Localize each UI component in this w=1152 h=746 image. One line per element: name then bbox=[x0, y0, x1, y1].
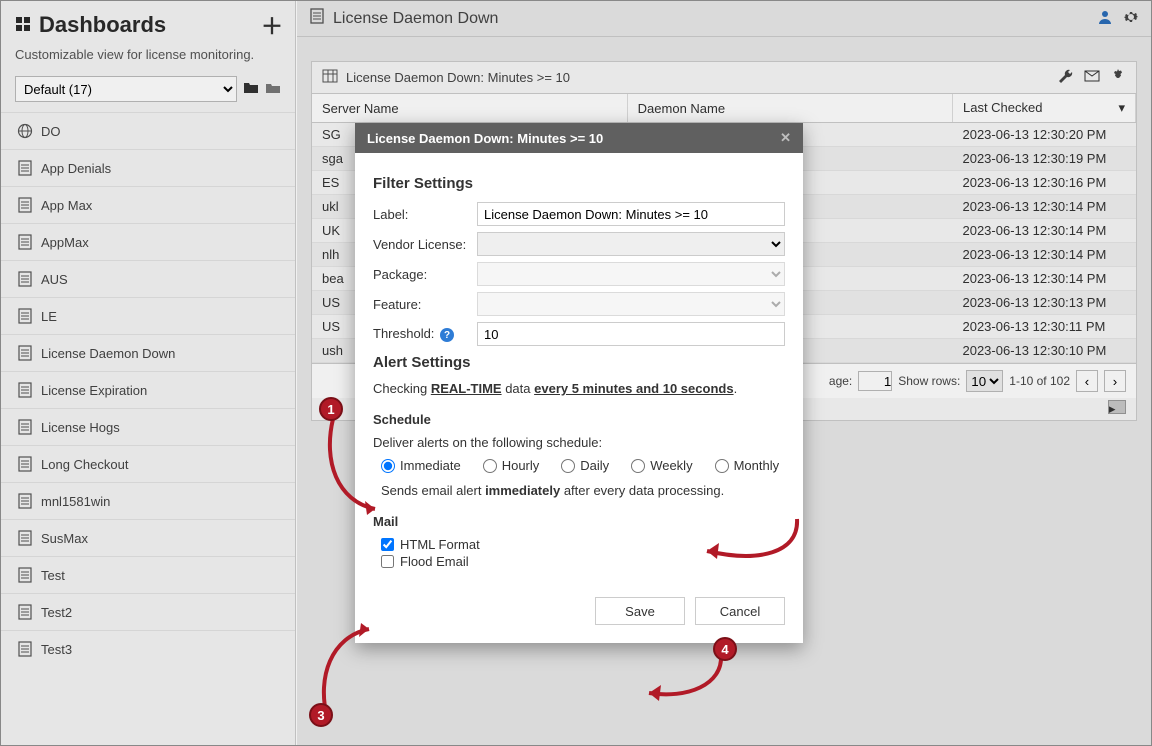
schedule-option-monthly[interactable]: Monthly bbox=[715, 458, 780, 473]
html-format-checkbox[interactable] bbox=[381, 538, 394, 551]
help-icon[interactable]: ? bbox=[440, 328, 454, 342]
mail-heading: Mail bbox=[373, 514, 785, 529]
schedule-label: Weekly bbox=[650, 458, 692, 473]
schedule-option-immediate[interactable]: Immediate bbox=[381, 458, 461, 473]
vendor-select[interactable] bbox=[477, 232, 785, 256]
annotation-marker-1: 1 bbox=[319, 397, 343, 421]
row-vendor: Vendor License: bbox=[373, 232, 785, 256]
filter-settings-heading: Filter Settings bbox=[373, 175, 785, 192]
mail-flood-row: Flood Email bbox=[381, 554, 785, 569]
schedule-intro: Deliver alerts on the following schedule… bbox=[373, 435, 785, 450]
threshold-input[interactable] bbox=[477, 322, 785, 346]
schedule-option-weekly[interactable]: Weekly bbox=[631, 458, 692, 473]
label-vendor: Vendor License: bbox=[373, 237, 477, 252]
mail-html-row: HTML Format bbox=[381, 537, 785, 552]
flood-email-label: Flood Email bbox=[400, 554, 469, 569]
package-select[interactable] bbox=[477, 262, 785, 286]
label-label: Label: bbox=[373, 207, 477, 222]
label-feature: Feature: bbox=[373, 297, 477, 312]
schedule-radio-monthly[interactable] bbox=[715, 459, 729, 473]
label-input[interactable] bbox=[477, 202, 785, 226]
modal-title: License Daemon Down: Minutes >= 10 bbox=[367, 131, 603, 146]
schedule-description: Sends email alert immediately after ever… bbox=[381, 483, 785, 498]
schedule-radio-daily[interactable] bbox=[561, 459, 575, 473]
row-threshold: Threshold: ? bbox=[373, 322, 785, 346]
modal: License Daemon Down: Minutes >= 10 ✕ Fil… bbox=[355, 123, 803, 643]
row-label: Label: bbox=[373, 202, 785, 226]
schedule-label: Immediate bbox=[400, 458, 461, 473]
modal-buttons: Save Cancel bbox=[373, 597, 785, 625]
schedule-heading: Schedule bbox=[373, 412, 785, 427]
feature-select[interactable] bbox=[477, 292, 785, 316]
row-package: Package: bbox=[373, 262, 785, 286]
modal-title-bar: License Daemon Down: Minutes >= 10 ✕ bbox=[355, 123, 803, 153]
schedule-option-daily[interactable]: Daily bbox=[561, 458, 609, 473]
annotation-marker-4: 4 bbox=[713, 637, 737, 661]
cancel-button[interactable]: Cancel bbox=[695, 597, 785, 625]
annotation-marker-3: 3 bbox=[309, 703, 333, 727]
schedule-radio-immediate[interactable] bbox=[381, 459, 395, 473]
modal-body: Filter Settings Label: Vendor License: P… bbox=[355, 153, 803, 643]
alert-settings-heading: Alert Settings bbox=[373, 354, 785, 371]
row-feature: Feature: bbox=[373, 292, 785, 316]
html-format-label: HTML Format bbox=[400, 537, 480, 552]
schedule-options: Immediate Hourly Daily Weekly Monthly bbox=[381, 458, 785, 473]
schedule-option-hourly[interactable]: Hourly bbox=[483, 458, 540, 473]
label-threshold: Threshold: ? bbox=[373, 326, 477, 343]
label-package: Package: bbox=[373, 267, 477, 282]
schedule-label: Hourly bbox=[502, 458, 540, 473]
flood-email-checkbox[interactable] bbox=[381, 555, 394, 568]
schedule-radio-weekly[interactable] bbox=[631, 459, 645, 473]
schedule-label: Daily bbox=[580, 458, 609, 473]
alert-settings-text: Checking REAL-TIME data every 5 minutes … bbox=[373, 381, 785, 396]
save-button[interactable]: Save bbox=[595, 597, 685, 625]
schedule-radio-hourly[interactable] bbox=[483, 459, 497, 473]
schedule-label: Monthly bbox=[734, 458, 780, 473]
close-icon[interactable]: ✕ bbox=[780, 130, 791, 146]
